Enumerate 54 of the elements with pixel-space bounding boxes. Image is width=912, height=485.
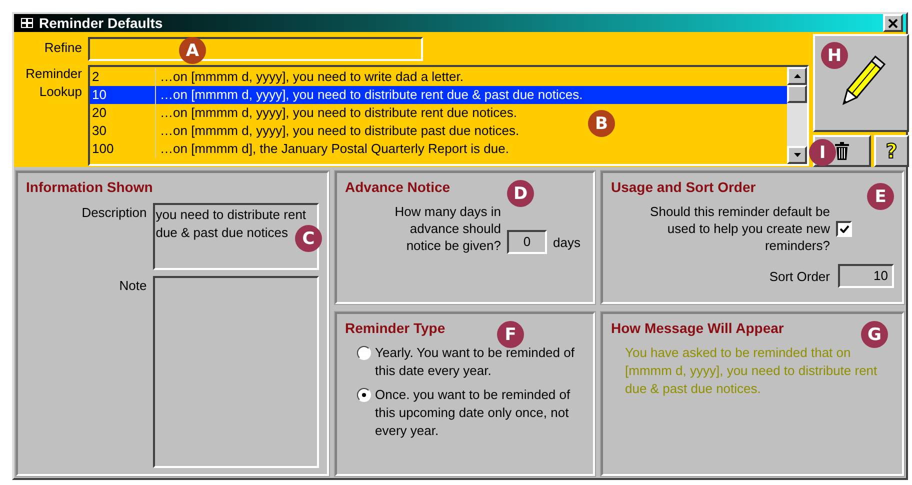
callout-badge: E [867,183,894,210]
list-cell-text: …on [mmmm d, yyyy], you need to distribute rent due & past due notices. [159,86,583,104]
panel-title: Reminder Type [345,320,446,336]
panel-title: Information Shown [26,179,153,195]
check-icon [840,224,848,232]
field-label: Sort Order [769,268,830,284]
scroll-down-button[interactable] [787,146,807,164]
window-title: Reminder Defaults [39,15,164,31]
scrollbar[interactable] [787,67,807,164]
callout-badge: G [861,321,888,348]
list-row[interactable]: 30 …on [mmmm d, yyyy], you need to distribute past due notices. [90,122,520,140]
scroll-up-button[interactable] [787,67,807,85]
list-cell-text: …on [mmmm d, yyyy], you need to write dad a letter. [159,68,464,86]
radio-button[interactable] [357,388,371,402]
list-cell: 30 [90,122,156,140]
sort-order-field[interactable]: 10 [838,264,894,288]
option-label: Once. you want to be reminded of this upcoming date only once, not every year. [375,386,572,440]
list-cell: 100 [90,140,156,158]
unit-label: days [553,235,580,252]
list-row[interactable]: 100 …on [mmmm d], the January Postal Quarterly Report is due. [90,140,509,158]
callout-badge: F [497,321,524,348]
up-arrow-icon [794,74,800,78]
close-icon [888,18,898,28]
question-text: Should this reminder default be used to help you create new reminders? [649,203,830,254]
panel-title: How Message Will Appear [611,320,784,336]
list-row[interactable]: 10 …on [mmmm d, yyyy], you need to distribute rent due & past due notices. [90,86,787,104]
down-arrow-icon [794,153,800,157]
list-cell: 10 [90,86,156,104]
field-label: Refine [43,39,82,55]
field-label: Description [80,204,147,222]
list-cell-text: …on [mmmm d], the January Postal Quarterly Report is due. [159,140,509,158]
list-cell-text: …on [mmmm d, yyyy], you need to distribute past due notices. [159,122,520,140]
callout-badge: H [821,42,848,69]
callout-badge: D [507,180,534,207]
callout-badge: C [295,225,322,252]
edit-button[interactable]: H [813,34,909,132]
days-field[interactable]: 0 [507,230,547,254]
list-cell: 20 [90,104,156,122]
list-row[interactable]: 20 …on [mmmm d, yyyy], you need to distribute rent due notices. [90,104,517,122]
note-field[interactable] [152,276,319,468]
checkbox[interactable] [836,220,852,236]
trash-icon [835,142,849,160]
callout-badge: I [809,139,836,166]
radio-button[interactable] [357,346,371,360]
form-icon [20,17,34,29]
panel-title: Usage and Sort Order [611,179,756,195]
refine-field[interactable] [88,37,423,61]
question-text: How many days in advance should notice be given? [394,203,501,254]
scroll-thumb[interactable] [787,85,807,103]
panel-title: Advance Notice [345,179,450,195]
field-label: Reminder Lookup [24,65,82,101]
field-label: Note [118,277,147,295]
list-cell-text: …on [mmmm d, yyyy], you need to distribute rent due notices. [159,104,517,122]
close-button[interactable] [883,14,903,32]
